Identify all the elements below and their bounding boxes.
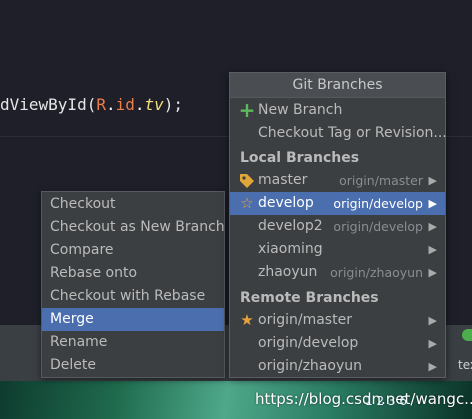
menu-item-checkout[interactable]: Checkout <box>42 193 224 216</box>
tracking-branch: origin/master <box>339 173 423 188</box>
remote-branches-header: Remote Branches <box>240 290 379 306</box>
branch-item-develop2[interactable]: develop2 origin/develop ▶ <box>230 215 445 238</box>
plus-icon: + <box>238 98 256 122</box>
status-indicator-icon <box>462 329 472 341</box>
branch-name: master <box>258 172 308 188</box>
branch-item-develop[interactable]: ☆ develop origin/develop ▶ <box>230 192 445 215</box>
branch-name: develop <box>258 195 314 211</box>
tracking-branch: origin/develop <box>333 219 423 234</box>
submenu-arrow-icon: ▶ <box>428 174 437 187</box>
submenu-arrow-icon: ▶ <box>428 243 437 256</box>
local-branches-header: Local Branches <box>240 150 360 166</box>
checkout-tag-action[interactable]: Checkout Tag or Revision... <box>230 122 447 145</box>
menu-item-delete[interactable]: Delete <box>42 354 224 377</box>
submenu-arrow-icon: ▶ <box>428 220 437 233</box>
branch-item-origin-master[interactable]: ★ origin/master ▶ <box>230 309 445 332</box>
submenu-arrow-icon: ▶ <box>428 337 437 350</box>
new-branch-action[interactable]: + New Branch <box>230 99 445 122</box>
branch-item-zhaoyun[interactable]: zhaoyun origin/zhaoyun ▶ <box>230 261 445 284</box>
menu-item-rebase-onto[interactable]: Rebase onto <box>42 262 224 285</box>
branch-item-origin-zhaoyun[interactable]: origin/zhaoyun ▶ <box>230 355 445 378</box>
popup-title: Git Branches <box>230 73 445 98</box>
submenu-arrow-icon: ▶ <box>428 360 437 373</box>
branch-name: origin/master <box>258 312 352 328</box>
code-suffix: ); <box>163 95 184 114</box>
code-field-tv: tv <box>144 95 164 114</box>
code-dot: . <box>134 95 145 114</box>
code-id: id <box>115 95 135 114</box>
checkout-tag-label: Checkout Tag or Revision... <box>258 125 447 141</box>
branch-item-xiaoming[interactable]: xiaoming ▶ <box>230 238 445 261</box>
tray-icons: 1 2 3 6 <box>365 394 407 408</box>
code-class-r: R <box>96 95 106 114</box>
submenu-arrow-icon: ▶ <box>428 197 437 210</box>
code-dot: . <box>105 95 116 114</box>
watermark: https://blog.csdn.net/wangc... <box>255 390 472 408</box>
git-branches-popup: Git Branches + New Branch Checkout Tag o… <box>229 72 447 378</box>
status-text: text <box>458 358 472 372</box>
menu-item-compare[interactable]: Compare <box>42 239 224 262</box>
branch-context-menu: Checkout Checkout as New Branch Compare … <box>41 191 225 378</box>
branch-name: zhaoyun <box>258 264 318 280</box>
new-branch-label: New Branch <box>258 102 343 118</box>
menu-item-checkout-new-branch[interactable]: Checkout as New Branch <box>42 216 225 239</box>
star-filled-icon: ★ <box>240 311 254 329</box>
submenu-arrow-icon: ▶ <box>428 314 437 327</box>
code-method-call: dViewById( <box>0 95 97 114</box>
menu-item-rename[interactable]: Rename <box>42 331 224 354</box>
menu-item-checkout-with-rebase[interactable]: Checkout with Rebase <box>42 285 224 308</box>
menu-item-merge[interactable]: Merge <box>42 308 224 331</box>
branch-name: origin/develop <box>258 335 359 351</box>
branch-name: xiaoming <box>258 241 323 257</box>
branch-name: origin/zhaoyun <box>258 358 362 374</box>
submenu-arrow-icon: ▶ <box>428 266 437 279</box>
star-outline-icon: ☆ <box>240 194 254 212</box>
branch-item-master[interactable]: master origin/master ▶ <box>230 169 445 192</box>
tracking-branch: origin/develop <box>333 196 423 211</box>
tracking-branch: origin/zhaoyun <box>330 265 423 280</box>
branch-item-origin-develop[interactable]: origin/develop ▶ <box>230 332 445 355</box>
branch-name: develop2 <box>258 218 323 234</box>
